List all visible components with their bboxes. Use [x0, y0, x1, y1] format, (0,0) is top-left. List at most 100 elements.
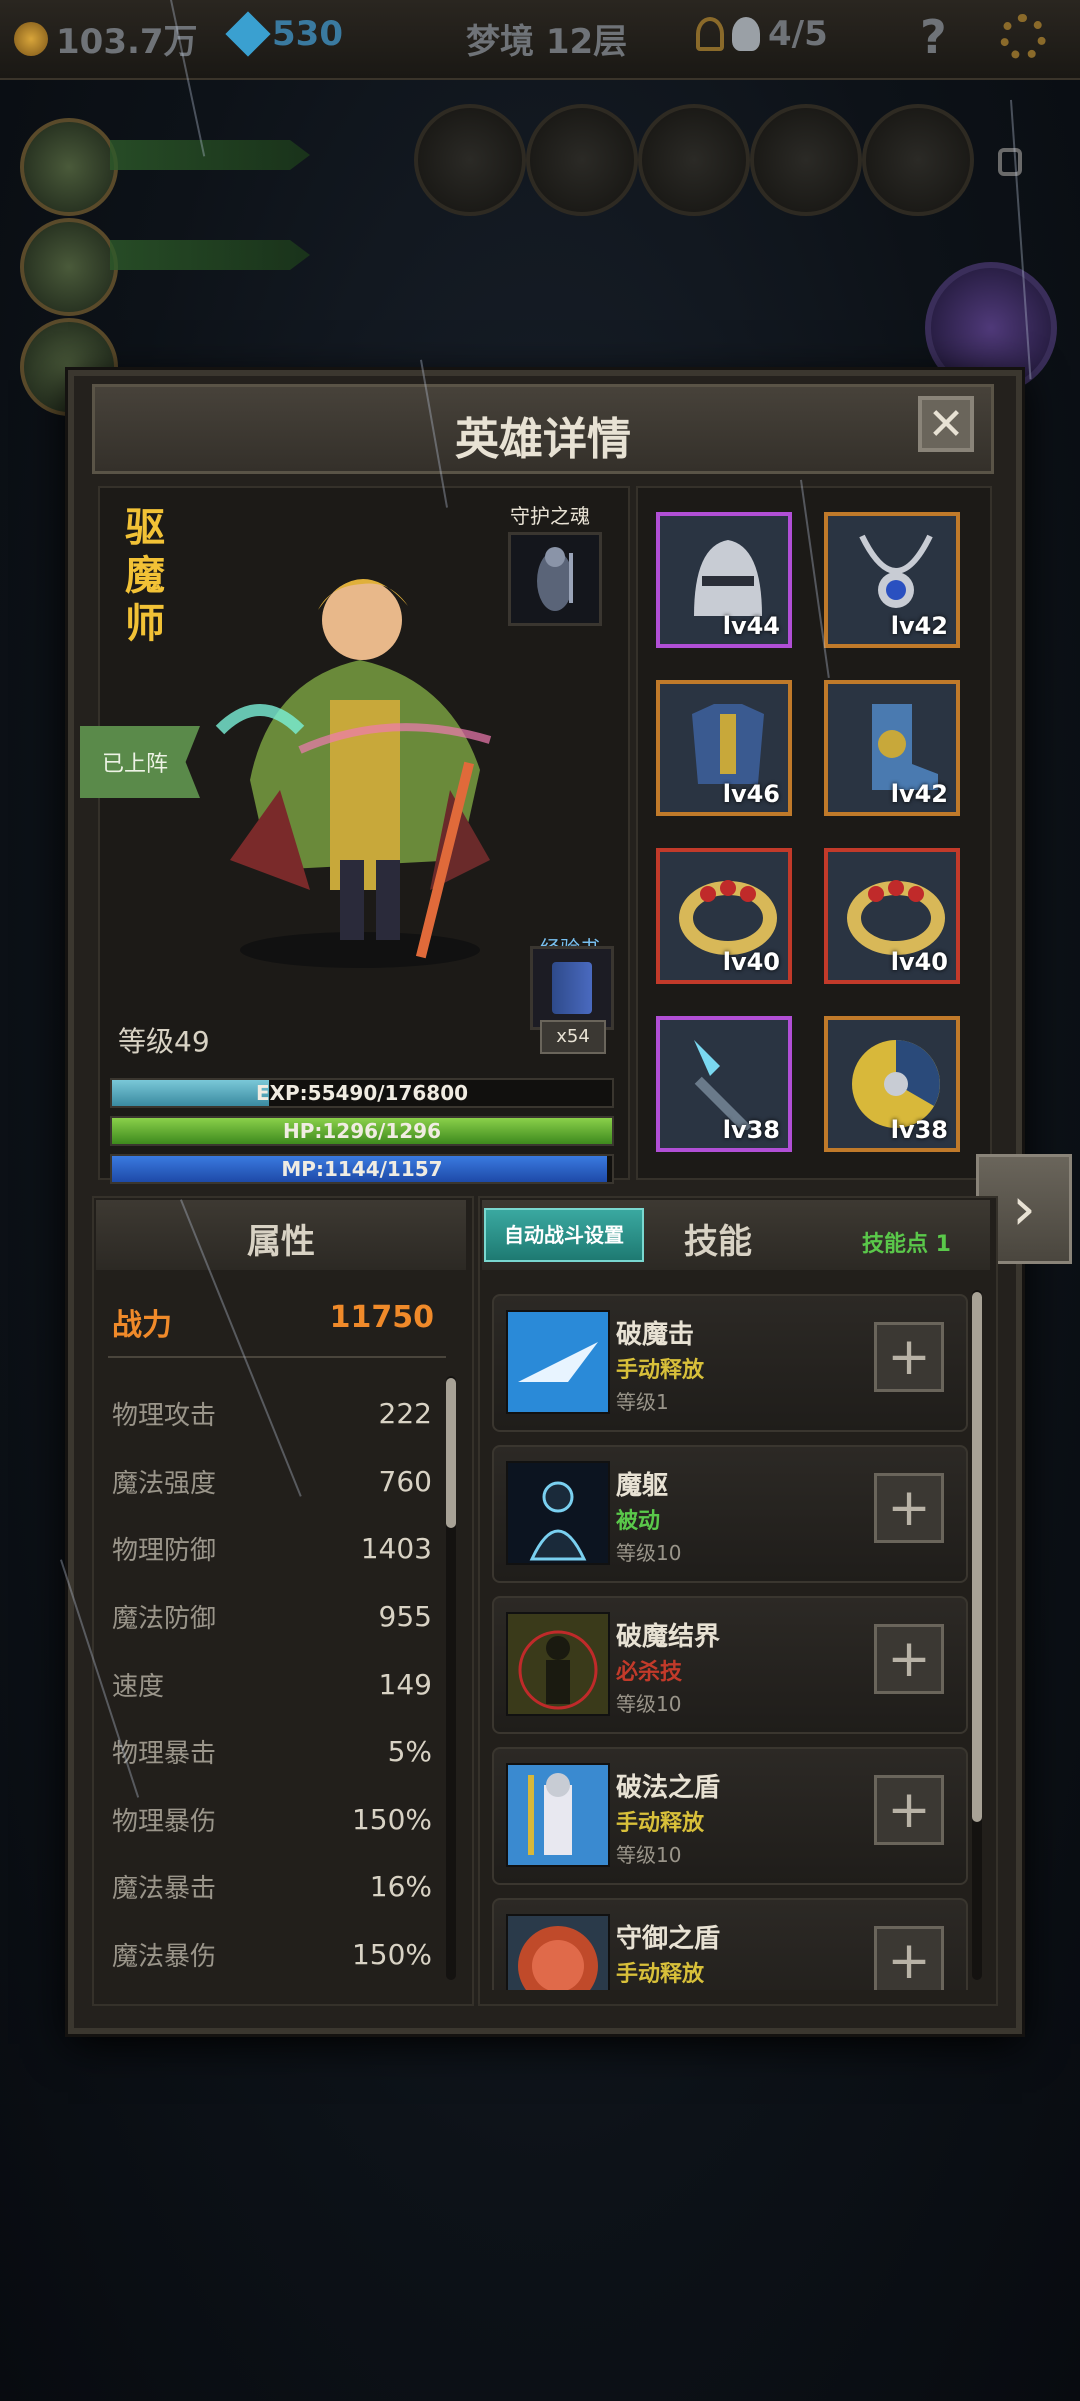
attribute-row: 物理攻击 222: [112, 1380, 432, 1448]
close-button[interactable]: ✕: [918, 396, 974, 452]
skill-level: 等级10: [616, 1541, 682, 1565]
demon-body-skill-icon: [506, 1461, 610, 1565]
skill-list[interactable]: 破魔击 手动释放 等级1 + 魔躯 被动 等级10 + 破魔结界 必杀技 等级10 + 破法之盾 手动释放…: [492, 1294, 968, 1990]
gem-icon: [225, 11, 271, 57]
top-bar: 103.7万 530 梦境 12层 4/5 ?: [0, 0, 1080, 80]
equipment-slot[interactable]: lv44: [656, 512, 792, 648]
barrier-skill-icon: [506, 1612, 610, 1716]
skill-upgrade-button[interactable]: +: [874, 1624, 944, 1694]
skill-card[interactable]: 守御之盾手动释放等级10+: [492, 1898, 968, 1990]
attribute-name: 速度: [112, 1671, 165, 1702]
combat-power-row: 战力 11750: [112, 1300, 434, 1344]
skill-name: 破魔击: [616, 1320, 695, 1350]
auto-battle-settings-button[interactable]: 自动战斗设置: [484, 1208, 644, 1262]
exp-book-count: x54: [540, 1020, 606, 1054]
skill-type: 手动释放: [616, 1962, 705, 1987]
exorcist-hero-portrait: [215, 578, 492, 968]
attribute-name: 物理暴伤: [112, 1806, 217, 1837]
eye-relic-slot[interactable]: [414, 104, 526, 216]
slash-skill-icon: [506, 1310, 610, 1414]
exp-book-slot[interactable]: [530, 946, 614, 1030]
staff-icon: [694, 1040, 752, 1130]
skills-title: 技能: [684, 1222, 752, 1262]
equipment-slot[interactable]: lv38: [656, 1016, 792, 1152]
attribute-name: 魔法防御: [112, 1604, 217, 1635]
skill-points: 技能点 1: [862, 1232, 951, 1257]
team-hero-slot-1[interactable]: [20, 118, 118, 216]
equipment-slot[interactable]: lv42: [824, 680, 960, 816]
coin-icon: [14, 21, 48, 56]
stage-text: 梦境 12层: [466, 22, 628, 62]
deployed-tag: 已上阵: [80, 726, 200, 798]
attribute-row: 魔法暴击 16%: [112, 1853, 432, 1921]
attribute-value: 150%: [351, 1802, 432, 1836]
equipment-slot[interactable]: lv40: [656, 848, 792, 984]
gem-counter: 530: [225, 11, 343, 57]
hp-bar-text: HP:1296/1296: [282, 1119, 442, 1143]
help-icon[interactable]: ?: [920, 10, 947, 64]
attribute-row: 物理暴击 5%: [112, 1718, 432, 1786]
divider: [108, 1356, 446, 1358]
panel-header: 英雄详情: [92, 384, 994, 474]
skill-upgrade-button[interactable]: +: [874, 1926, 944, 1990]
combat-power-value: 11750: [329, 1300, 434, 1335]
skill-name: 破法之盾: [616, 1773, 721, 1803]
team-hero-bar-2: [110, 240, 310, 270]
settings-gear-icon[interactable]: [1000, 14, 1046, 60]
skill-card[interactable]: 破魔击 手动释放 等级1 +: [492, 1294, 968, 1432]
ring-icon: [847, 880, 945, 955]
hero-level: 等级49: [118, 1025, 210, 1058]
skill-level: 等级1: [616, 1390, 669, 1414]
attribute-row: 魔法暴伤 150%: [112, 1921, 432, 1989]
skill-type: 手动释放: [616, 1811, 705, 1836]
attribute-row: 魔法强度 760: [112, 1448, 432, 1516]
equipment-level: lv44: [722, 612, 780, 640]
equipment-slot[interactable]: lv46: [656, 680, 792, 816]
hp-bar: HP:1296/1296: [110, 1116, 614, 1146]
skull-counter: 4/5: [696, 14, 828, 54]
gold-counter: 103.7万: [14, 14, 198, 63]
skill-card[interactable]: 破魔结界 必杀技 等级10 +: [492, 1596, 968, 1734]
equipment-level: lv38: [722, 1116, 780, 1144]
equipment-slot[interactable]: lv40: [824, 848, 960, 984]
attribute-list[interactable]: 物理攻击 222 魔法强度 760 物理防御 1403 魔法防御 955 速度 149 物理暴击 5%…: [112, 1380, 432, 1988]
attribute-scrollbar-thumb[interactable]: [446, 1378, 456, 1528]
skill-upgrade-button[interactable]: +: [874, 1775, 944, 1845]
stage-label: 梦境 12层: [466, 14, 627, 63]
amulet-icon: [859, 534, 933, 608]
feather-relic-slot[interactable]: [862, 104, 974, 216]
key-icon: [696, 17, 724, 51]
equipment-level: lv46: [722, 780, 780, 808]
attribute-name: 物理攻击: [112, 1401, 217, 1432]
team-hero-slot-2[interactable]: [20, 218, 118, 316]
attributes-title: 属性: [247, 1222, 315, 1262]
skill-name: 魔躯: [616, 1471, 669, 1501]
leaf-relic-slot[interactable]: [526, 104, 638, 216]
attribute-name: 魔法暴击: [112, 1874, 217, 1905]
attribute-row: 物理暴伤 150%: [112, 1786, 432, 1854]
skill-scrollbar-thumb[interactable]: [972, 1292, 982, 1822]
knight-shield-skill-icon: [506, 1763, 610, 1867]
exp-bar: EXP:55490/176800: [110, 1078, 614, 1108]
attribute-value: 1403: [360, 1532, 432, 1566]
boots-icon: [872, 704, 938, 790]
equipment-level: lv42: [890, 780, 948, 808]
equipment-level: lv40: [722, 948, 780, 976]
skull-icon: [732, 17, 760, 51]
ring-icon: [679, 880, 777, 955]
book-icon: [552, 962, 592, 1014]
skill-upgrade-button[interactable]: +: [874, 1322, 944, 1392]
bell-relic-slot[interactable]: [750, 104, 862, 216]
mp-bar-text: MP:1144/1157: [281, 1157, 443, 1181]
cube-relic-slot[interactable]: [638, 104, 750, 216]
equipment-slot[interactable]: lv38: [824, 1016, 960, 1152]
skill-upgrade-button[interactable]: +: [874, 1473, 944, 1543]
attribute-value: 149: [378, 1667, 432, 1701]
skill-card[interactable]: 破法之盾 手动释放 等级10 +: [492, 1747, 968, 1885]
exp-bar-text: EXP:55490/176800: [255, 1081, 469, 1105]
skill-card[interactable]: 魔躯 被动 等级10 +: [492, 1445, 968, 1583]
equipment-slot[interactable]: lv42: [824, 512, 960, 648]
attribute-value: 150%: [351, 1938, 432, 1972]
panel-title: 英雄详情: [455, 414, 631, 465]
attribute-row: 速度 149: [112, 1650, 432, 1718]
